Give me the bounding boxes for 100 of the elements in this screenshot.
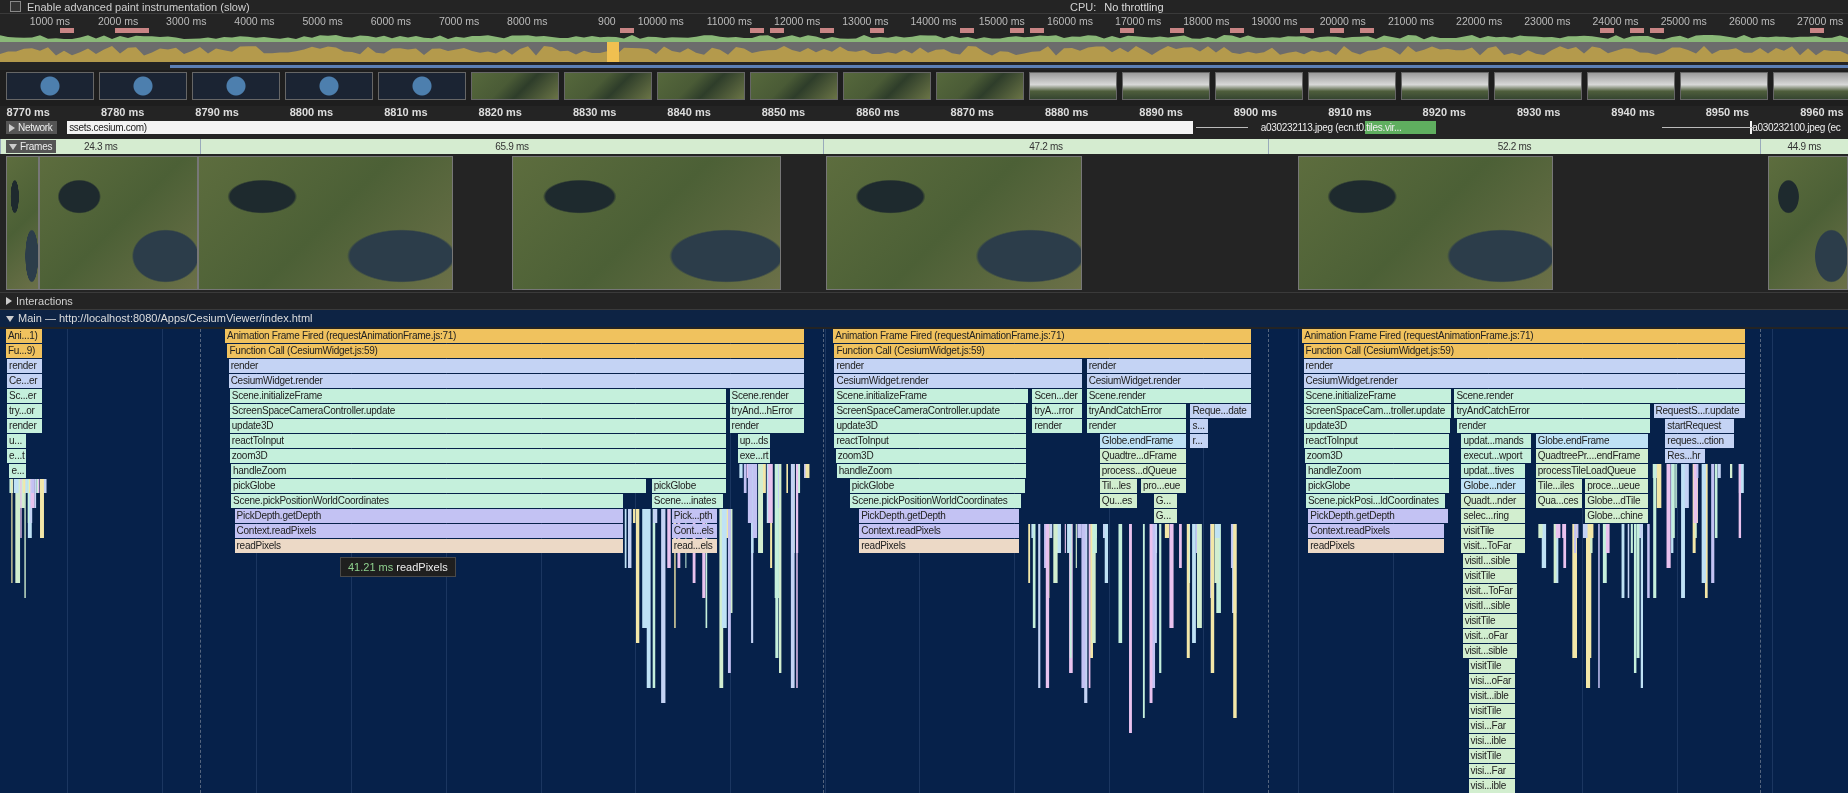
- flame-chart-entry[interactable]: read...els: [671, 539, 718, 553]
- flame-chart-entry[interactable]: CesiumWidget.render: [1086, 374, 1252, 388]
- flame-chart-entry[interactable]: Scene.pickPositionWorldCoordinates: [231, 494, 624, 508]
- flame-chart-entry[interactable]: tryAndCatchError: [1086, 404, 1187, 418]
- flame-chart-entry[interactable]: Til...les: [1099, 479, 1138, 493]
- frames-track-header[interactable]: Frames: [6, 140, 57, 153]
- flame-chart-entry[interactable]: visi...Far: [1468, 764, 1516, 778]
- flame-chart-entry[interactable]: ScreenSpaceCameraController.update: [834, 404, 1027, 418]
- flame-chart-entry[interactable]: Qu...es: [1099, 494, 1138, 508]
- flame-chart-entry[interactable]: G...: [1153, 509, 1178, 523]
- flame-chart-entry[interactable]: execut...wport: [1461, 449, 1533, 463]
- flame-chart-entry[interactable]: Scene.initializeFrame: [229, 389, 728, 403]
- flame-chart-entry[interactable]: exe...rt: [737, 449, 771, 463]
- main-thread-header[interactable]: Main — http://localhost:8080/Apps/CesiumViewer/index.html: [0, 309, 1848, 327]
- flame-chart-entry[interactable]: Animation Frame Fired (requestAnimationFrame.js:71): [225, 329, 806, 343]
- flame-chart-entry[interactable]: visit...ible: [1468, 689, 1516, 703]
- flame-chart-entry[interactable]: Quadt...nder: [1461, 494, 1527, 508]
- flame-chart-entry[interactable]: QuadtreePr....endFrame: [1535, 449, 1649, 463]
- flame-chart-entry[interactable]: visitTile: [1468, 704, 1516, 718]
- flame-chart-entry[interactable]: Fu...9): [5, 344, 43, 358]
- network-request-bar[interactable]: ssets.cesium.com): [67, 121, 1193, 134]
- flame-chart-entry[interactable]: render: [7, 359, 43, 373]
- flame-chart-entry[interactable]: render: [1086, 419, 1187, 433]
- flame-chart-entry[interactable]: tryAnd...hError: [729, 404, 806, 418]
- flame-chart-entry[interactable]: render: [729, 419, 806, 433]
- expand-triangle-icon[interactable]: [6, 315, 14, 322]
- flame-chart-entry[interactable]: visitTile: [1468, 659, 1516, 673]
- flame-chart-entry[interactable]: Scene....inates: [651, 494, 724, 508]
- flame-chart-entry[interactable]: u...: [7, 434, 28, 448]
- flame-chart-entry[interactable]: visitI...sible: [1462, 599, 1519, 613]
- flame-chart-entry[interactable]: PickDepth.getDepth: [859, 509, 1020, 523]
- flame-chart-entry[interactable]: visitTile: [1468, 749, 1516, 763]
- flame-chart-entry[interactable]: pickGlobe: [651, 479, 728, 493]
- flame-chart-entry[interactable]: zoom3D: [229, 449, 728, 463]
- flame-chart-entry[interactable]: up...ds: [737, 434, 771, 448]
- flame-chart-entry[interactable]: Globe.endFrame: [1535, 434, 1649, 448]
- flame-chart-entry[interactable]: Context.readPixels: [234, 524, 624, 538]
- flame-chart-entry[interactable]: Quadtre...dFrame: [1099, 449, 1187, 463]
- expand-triangle-icon[interactable]: [9, 123, 15, 132]
- flame-chart-entry[interactable]: Globe...dTile: [1585, 494, 1649, 508]
- flame-chart-entry[interactable]: Scene.render: [729, 389, 806, 403]
- flame-chart-entry[interactable]: pickGlobe: [231, 479, 648, 493]
- flame-chart-entry[interactable]: reques...ction: [1665, 434, 1736, 448]
- flame-chart-entry[interactable]: render: [1086, 359, 1252, 373]
- flame-chart-entry[interactable]: readPixels: [859, 539, 1020, 553]
- flame-chart-entry[interactable]: CesiumWidget.render: [1303, 374, 1746, 388]
- flame-chart-entry[interactable]: visitTile: [1462, 569, 1519, 583]
- flame-chart-entry[interactable]: Scene.pickPosi...ldCoordinates: [1305, 494, 1447, 508]
- flame-chart-entry[interactable]: visitI...sible: [1462, 554, 1519, 568]
- flame-chart-entry[interactable]: Globe...chine: [1585, 509, 1649, 523]
- flame-chart-entry[interactable]: Pick...pth: [671, 509, 718, 523]
- flame-chart-entry[interactable]: zoom3D: [835, 449, 1027, 463]
- flame-chart-entry[interactable]: reactToInput: [834, 434, 1027, 448]
- flame-chart-entry[interactable]: Scene.initializeFrame: [1303, 389, 1453, 403]
- flame-chart-entry[interactable]: s...: [1190, 419, 1210, 433]
- flame-chart-entry[interactable]: handleZoom: [231, 464, 728, 478]
- paint-checkbox[interactable]: [10, 1, 21, 12]
- flame-chart-entry[interactable]: update3D: [229, 419, 728, 433]
- flame-chart-entry[interactable]: visi...ible: [1468, 734, 1516, 748]
- flame-chart-entry[interactable]: visi...ible: [1468, 779, 1516, 793]
- flame-chart-entry[interactable]: reactToInput: [1303, 434, 1450, 448]
- flame-chart-entry[interactable]: proce...ueue: [1585, 479, 1649, 493]
- flame-chart-entry[interactable]: r...: [1190, 434, 1210, 448]
- flame-chart-entry[interactable]: Function Call (CesiumWidget.js:59): [1303, 344, 1746, 358]
- flame-chart-entry[interactable]: readPixels: [1308, 539, 1446, 553]
- flame-chart-entry[interactable]: updat...mands: [1461, 434, 1533, 448]
- flame-chart-entry[interactable]: updat...tives: [1461, 464, 1527, 478]
- cpu-throttling-dropdown[interactable]: No throttling: [1104, 0, 1164, 13]
- flame-chart-entry[interactable]: Cont...els: [671, 524, 718, 538]
- flame-chart-entry[interactable]: Scene.render: [1086, 389, 1252, 403]
- flame-chart-entry[interactable]: render: [834, 359, 1084, 373]
- flame-chart-entry[interactable]: RequestS...r.update: [1653, 404, 1746, 418]
- flame-chart-entry[interactable]: visit...ToFar: [1461, 539, 1527, 553]
- flame-chart-entry[interactable]: try...or: [7, 404, 43, 418]
- flame-chart-entry[interactable]: Res...hr: [1665, 449, 1706, 463]
- flame-chart-entry[interactable]: Context.readPixels: [1308, 524, 1446, 538]
- flame-chart-entry[interactable]: CesiumWidget.render: [834, 374, 1084, 388]
- flame-chart-entry[interactable]: tryA...rror: [1032, 404, 1084, 418]
- flame-chart-entry[interactable]: readPixels: [234, 539, 624, 553]
- flame-chart-entry[interactable]: Globe.endFrame: [1099, 434, 1187, 448]
- flame-chart-entry[interactable]: process...dQueue: [1099, 464, 1187, 478]
- flame-chart-entry[interactable]: PickDepth.getDepth: [1308, 509, 1449, 523]
- flame-chart-entry[interactable]: pickGlobe: [849, 479, 1026, 493]
- flame-chart-entry[interactable]: PickDepth.getDepth: [234, 509, 624, 523]
- flame-chart-entry[interactable]: visit...oFar: [1462, 629, 1519, 643]
- flame-chart-entry[interactable]: render: [1303, 359, 1746, 373]
- flame-chart-entry[interactable]: Scene.render: [1454, 389, 1746, 403]
- flame-chart-entry[interactable]: render: [7, 419, 43, 433]
- flame-chart-entry[interactable]: visit...ToFar: [1462, 584, 1519, 598]
- flame-chart-entry[interactable]: handleZoom: [836, 464, 1027, 478]
- flame-chart-entry[interactable]: G...: [1153, 494, 1178, 508]
- flame-chart-entry[interactable]: visi...oFar: [1468, 674, 1516, 688]
- flame-chart-entry[interactable]: ScreenSpaceCam...troller.update: [1303, 404, 1453, 418]
- flame-chart-entry[interactable]: visit...sible: [1462, 644, 1519, 658]
- flame-chart-entry[interactable]: reactToInput: [229, 434, 728, 448]
- flame-chart-entry[interactable]: Function Call (CesiumWidget.js:59): [227, 344, 806, 358]
- flame-chart-entry[interactable]: pickGlobe: [1305, 479, 1450, 493]
- flame-chart-entry[interactable]: update3D: [834, 419, 1027, 433]
- network-track-header[interactable]: Network: [6, 121, 57, 134]
- flame-chart-entry[interactable]: Scen...der: [1032, 389, 1084, 403]
